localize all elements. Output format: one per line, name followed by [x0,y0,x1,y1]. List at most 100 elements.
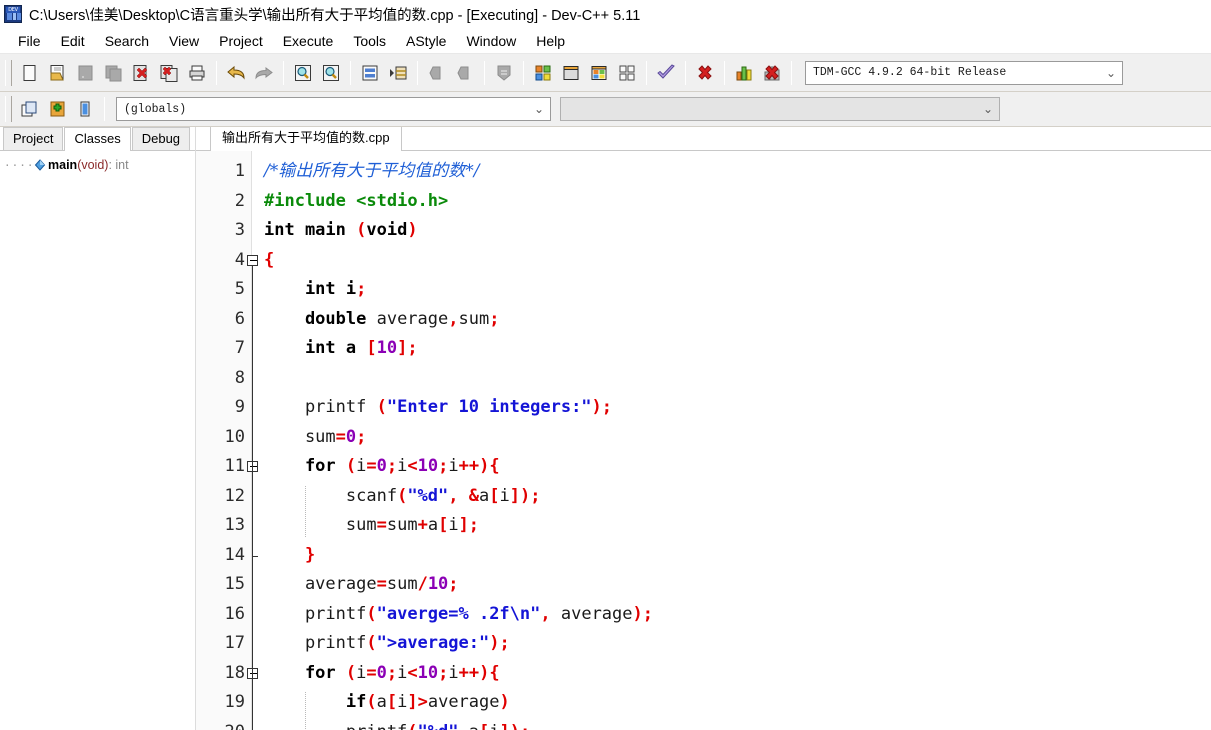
editor-tab-active[interactable]: 输出所有大于平均值的数.cpp [210,127,402,151]
code-token-num: 0 [376,662,387,683]
code-area[interactable]: 1234567891011121314151617181920 /*输出所有大于… [196,151,1211,730]
code-line: scanf("%d", &a[i]); [264,482,1211,512]
globals-select[interactable]: (globals) ⌄ [116,97,551,121]
redo-icon[interactable] [250,59,278,87]
code-token-pun: [ [366,338,377,358]
code-token-pun: ( [376,397,387,417]
toolbar-grip-2[interactable] [5,96,12,122]
close-all-icon[interactable] [155,59,183,87]
menu-execute[interactable]: Execute [273,30,344,52]
rebuild-all-icon[interactable] [613,59,641,87]
code-token-pun: = [366,662,377,683]
menu-file[interactable]: File [8,30,51,52]
menu-search[interactable]: Search [95,30,159,52]
menu-view[interactable]: View [159,30,209,52]
undo-icon[interactable] [222,59,250,87]
editor-tabs: 输出所有大于平均值的数.cpp [196,127,1211,151]
code-token-id: i [397,662,408,683]
code-token-pre: <stdio.h> [356,190,449,211]
forward-icon[interactable] [451,59,479,87]
code-token-pun: [ [386,692,398,712]
code-token-pun: ( [356,220,367,240]
code-token-pun: / [417,574,428,594]
delete-profile-icon[interactable] [758,59,786,87]
code-token-id: average [376,308,449,329]
goto-function-icon[interactable] [384,59,412,87]
syntax-check-icon[interactable] [652,59,680,87]
code-token-id: sum [386,574,418,594]
code-token-pun: ( [407,722,417,730]
code-token-id: a [469,722,479,730]
method-diamond-icon [32,159,48,171]
line-number: 9 [234,397,245,417]
chevron-down-icon: ⌄ [533,102,545,116]
code-token-pun: , [448,308,459,329]
line-number: 7 [234,338,245,358]
new-project-icon[interactable] [15,95,43,123]
tab-project[interactable]: Project [3,127,64,150]
find-icon[interactable] [289,59,317,87]
code-token-num: 10 [417,456,439,476]
open-file-icon[interactable] [43,59,71,87]
menu-edit[interactable]: Edit [51,30,95,52]
code-token-pun: ; [386,662,398,683]
code-line: printf("averge=% .2f\n", average); [264,600,1211,630]
add-to-project-icon[interactable] [43,95,71,123]
code-token-pun: ; [438,662,449,683]
stop-execution-icon[interactable] [691,59,719,87]
code-token-pun: ; [356,426,367,447]
code-token-key: if [264,692,367,712]
close-file-icon[interactable] [127,59,155,87]
code-token-id: sum [264,515,377,535]
line-number: 14 [224,544,245,565]
code-token-id: average [550,603,633,624]
goto-line-icon[interactable] [356,59,384,87]
code-token-str: ">average:" [376,633,490,653]
tree-item-name: main [48,158,78,172]
back-icon[interactable] [423,59,451,87]
class-browser-tree[interactable]: ····· main (void) : int [0,151,195,730]
code-token-str: "%d" [418,722,459,730]
menu-help[interactable]: Help [526,30,575,52]
tab-classes[interactable]: Classes [64,127,131,151]
compile-icon[interactable] [529,59,557,87]
code-token-id: sum [458,308,490,329]
code-text[interactable]: /*输出所有大于平均值的数*/#include <stdio.h> int mai… [252,151,1211,730]
tab-debug[interactable]: Debug [131,127,191,150]
find-next-icon[interactable] [317,59,345,87]
compiler-select[interactable]: TDM-GCC 4.9.2 64-bit Release ⌄ [805,60,1123,85]
new-file-icon[interactable] [15,59,43,87]
menu-astyle[interactable]: AStyle [396,30,456,52]
compile-run-icon[interactable] [585,59,613,87]
line-number: 10 [224,426,245,447]
code-token-key: int a [264,338,367,358]
code-token-key: for [264,456,346,476]
remove-from-project-icon[interactable] [71,95,99,123]
line-number: 8 [234,367,245,388]
code-token-pun: , & [448,485,479,506]
toggle-bookmark-icon[interactable] [490,59,518,87]
main-body: Project Classes Debug ····· main (void) … [0,127,1211,730]
symbol-select[interactable]: ⌄ [560,97,1000,121]
profile-icon[interactable] [730,59,758,87]
save-all-icon[interactable] [99,59,127,87]
menu-window[interactable]: Window [456,30,526,52]
menu-tools[interactable]: Tools [343,30,396,52]
code-token-id: i [448,662,459,683]
code-token-id: average [427,692,500,712]
code-line: } [264,541,1211,571]
print-icon[interactable] [183,59,211,87]
save-file-icon[interactable] [71,59,99,87]
run-icon[interactable] [557,59,585,87]
code-token-pun: { [264,249,275,270]
code-line: printf("%d",a[i]); [264,718,1211,730]
menu-project[interactable]: Project [209,30,273,52]
code-token-pun: = [335,426,346,447]
line-number: 13 [224,515,245,535]
tree-item-args: (void) [77,158,109,172]
toolbar-grip[interactable] [5,59,12,86]
line-number: 18 [196,659,258,689]
list-item[interactable]: ····· main (void) : int [0,157,195,173]
code-token-num: 10 [427,574,449,594]
